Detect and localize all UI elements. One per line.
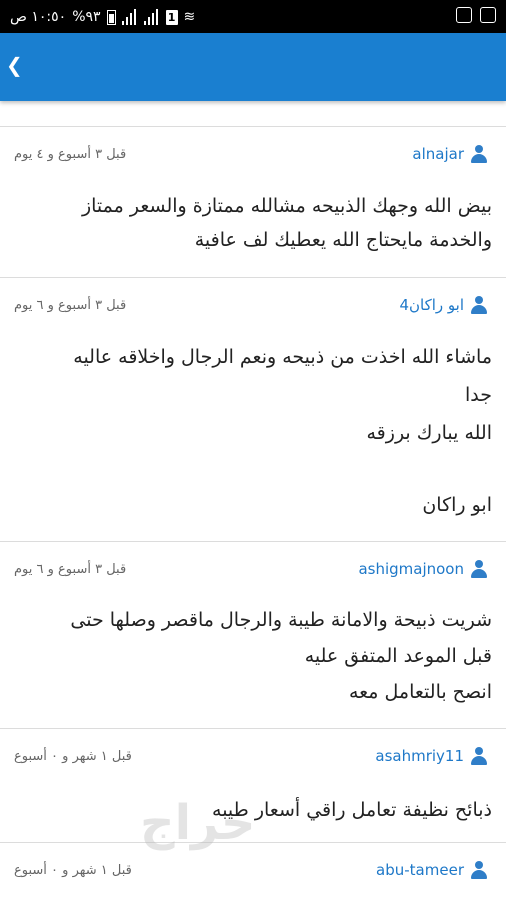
haraj-watermark: حراج xyxy=(140,795,256,851)
gallery-icon xyxy=(480,7,496,23)
comment-time: قبل ٣ أسبوع و ٦ يوم xyxy=(14,562,127,577)
user-icon xyxy=(470,861,488,879)
user-icon xyxy=(470,560,488,578)
comment-time: قبل ١ شهر و ٠ أسبوع xyxy=(14,749,132,764)
username-link[interactable]: ابو راكان4 xyxy=(399,296,464,314)
comment-time: قبل ٣ أسبوع و ٦ يوم xyxy=(14,298,127,313)
comment-header: asahmriy11 قبل ١ شهر و ٠ أسبوع xyxy=(0,729,506,787)
comment-body: شريت ذبيحة والامانة طيبة والرجال ماقصر و… xyxy=(0,600,506,710)
user-icon xyxy=(470,145,488,163)
comment-line: جدا xyxy=(465,384,492,406)
user-icon xyxy=(470,296,488,314)
comment-line: الله يبارك برزقه xyxy=(366,422,493,444)
status-right xyxy=(456,7,496,23)
comment-body: بيض الله وجهك الذبيحه مشالله ممتازة والس… xyxy=(0,185,506,257)
instagram-icon xyxy=(456,7,472,23)
back-chevron-icon[interactable]: ❮ xyxy=(6,53,23,77)
comment-item: abu-tameer قبل ١ شهر و ٠ أسبوع xyxy=(0,842,506,913)
wifi-icon: ≋ xyxy=(183,9,196,25)
comment-item: ابو راكان4 قبل ٣ أسبوع و ٦ يوم ماشاء الل… xyxy=(0,277,506,541)
user-icon xyxy=(470,747,488,765)
comment-header: ابو راكان4 قبل ٣ أسبوع و ٦ يوم xyxy=(0,278,506,336)
comment-item: alnajar قبل ٣ أسبوع و ٤ يوم بيض الله وجه… xyxy=(0,126,506,277)
signal-icon-2 xyxy=(143,9,160,25)
status-left: ١٠:٥٠ ص %٩٣ 1 ≋ xyxy=(10,7,195,27)
battery-icon xyxy=(106,9,116,25)
comment-author[interactable]: ashigmajnoon xyxy=(358,560,488,578)
username-link[interactable]: alnajar xyxy=(412,145,464,163)
comment-item: ashigmajnoon قبل ٣ أسبوع و ٦ يوم شريت ذب… xyxy=(0,541,506,728)
comment-header: ashigmajnoon قبل ٣ أسبوع و ٦ يوم xyxy=(0,542,506,600)
comment-body: ماشاء الله اخذت من ذبيحه ونعم الرجال واخ… xyxy=(0,336,506,524)
sim-icon: 1 xyxy=(165,9,178,25)
app-bar: ❮ xyxy=(0,33,506,101)
comment-time: قبل ٣ أسبوع و ٤ يوم xyxy=(14,147,127,162)
comment-header: alnajar قبل ٣ أسبوع و ٤ يوم xyxy=(0,127,506,185)
comment-author[interactable]: alnajar xyxy=(412,145,488,163)
comment-author[interactable]: asahmriy11 xyxy=(375,747,488,765)
comment-author[interactable]: ابو راكان4 xyxy=(399,296,488,314)
signal-icon xyxy=(121,9,138,25)
comment-time: قبل ١ شهر و ٠ أسبوع xyxy=(14,863,132,878)
comment-line: قبل الموعد المتفق عليه xyxy=(304,645,492,667)
username-link[interactable]: ashigmajnoon xyxy=(358,560,464,578)
username-link[interactable]: asahmriy11 xyxy=(375,747,464,765)
comment-header: abu-tameer قبل ١ شهر و ٠ أسبوع xyxy=(0,843,506,901)
battery-percent: %٩٣ xyxy=(72,9,101,25)
comment-line: شريت ذبيحة والامانة طيبة والرجال ماقصر و… xyxy=(70,609,492,631)
comment-line: ماشاء الله اخذت من ذبيحه ونعم الرجال واخ… xyxy=(73,346,492,368)
comment-line: انصح بالتعامل معه xyxy=(348,681,492,703)
status-bar: ١٠:٥٠ ص %٩٣ 1 ≋ xyxy=(0,0,506,33)
comment-line: بيض الله وجهك الذبيحه مشالله ممتازة والس… xyxy=(81,195,492,217)
username-link[interactable]: abu-tameer xyxy=(376,861,464,879)
comment-line: والخدمة مايحتاج الله يعطيك لف عافية xyxy=(194,229,492,251)
comment-line xyxy=(14,452,492,486)
comment-line: ابو راكان xyxy=(422,494,492,516)
clock: ١٠:٥٠ ص xyxy=(10,9,67,25)
comment-author[interactable]: abu-tameer xyxy=(376,861,488,879)
